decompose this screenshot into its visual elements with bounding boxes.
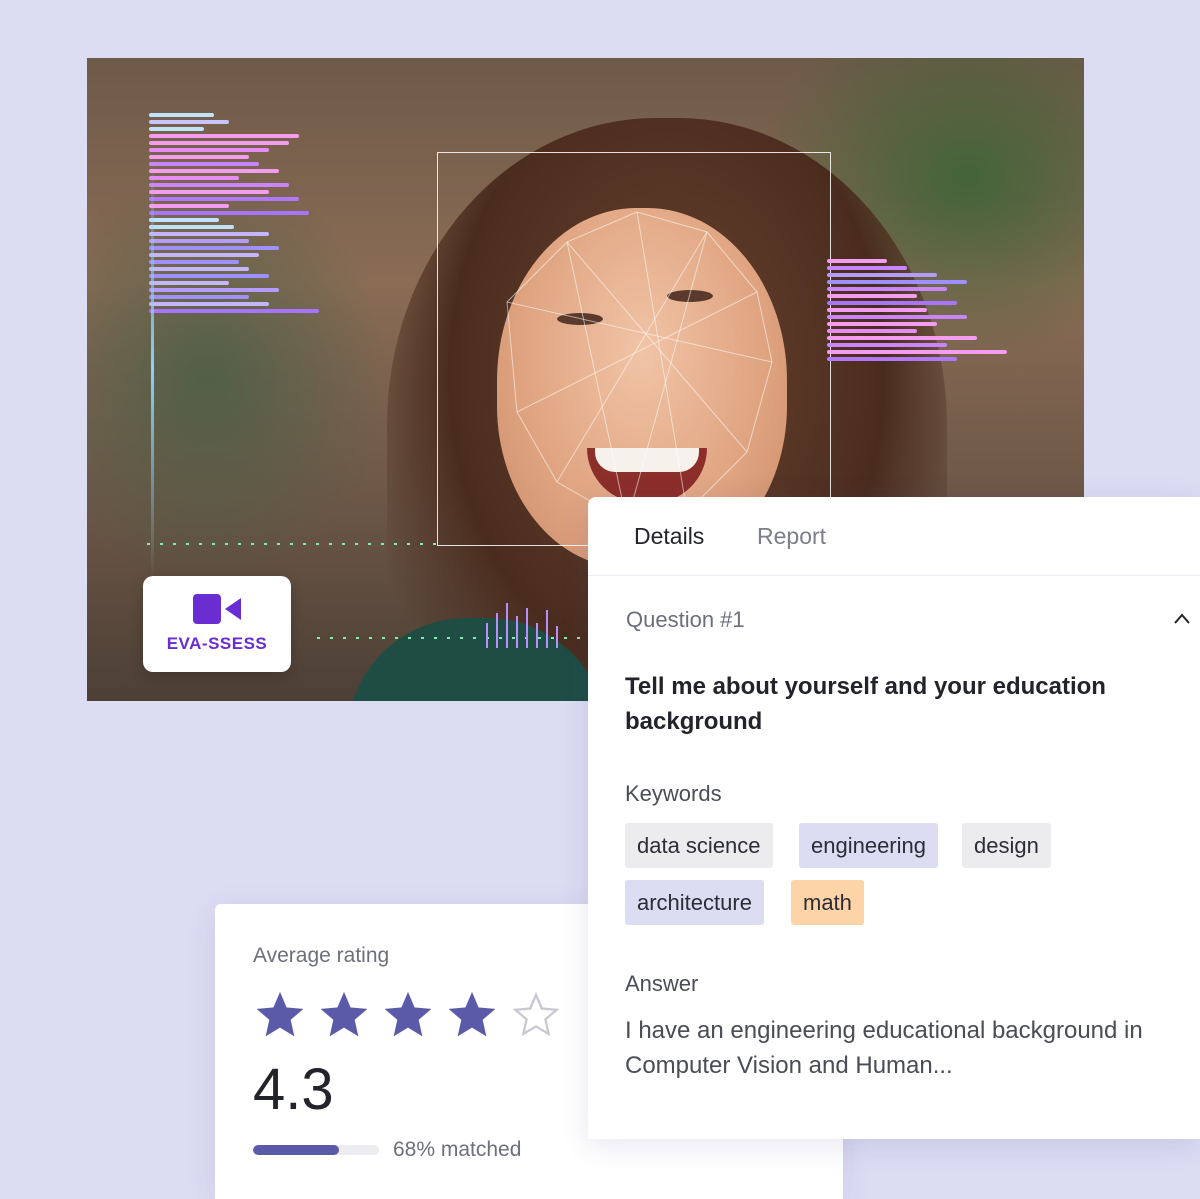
match-progress-fill bbox=[253, 1145, 339, 1155]
average-rating-label: Average rating bbox=[253, 944, 390, 967]
keyword-chip: architecture bbox=[625, 880, 764, 925]
details-panel: Details Report Question #1 Tell me about… bbox=[588, 497, 1200, 1139]
keyword-chip: engineering bbox=[799, 823, 938, 868]
tab-details[interactable]: Details bbox=[634, 523, 704, 550]
chevron-up-icon[interactable] bbox=[1174, 611, 1190, 627]
keyword-chip: design bbox=[962, 823, 1051, 868]
star-empty-icon bbox=[513, 992, 559, 1037]
star-filled-icon bbox=[449, 992, 495, 1037]
keywords-label: Keywords bbox=[625, 781, 722, 806]
keyword-chip: math bbox=[791, 880, 864, 925]
tab-report[interactable]: Report bbox=[757, 523, 826, 550]
tab-bar: Details Report bbox=[588, 497, 1200, 576]
video-camera-icon bbox=[193, 594, 241, 624]
face-mesh-overlay bbox=[506, 211, 773, 523]
star-filled-icon bbox=[257, 992, 303, 1037]
rating-score: 4.3 bbox=[253, 1057, 334, 1122]
question-number[interactable]: Question #1 bbox=[626, 607, 745, 633]
match-text: 68% matched bbox=[393, 1138, 522, 1161]
star-filled-icon bbox=[321, 992, 367, 1037]
code-overlay-left bbox=[149, 110, 329, 316]
answer-text: I have an engineering educational backgr… bbox=[625, 1017, 1143, 1079]
match-progress-bar bbox=[253, 1145, 379, 1155]
code-overlay-right bbox=[827, 256, 1047, 364]
question-text: Tell me about yourself and your educatio… bbox=[625, 673, 1106, 735]
brand-logo-card: EVA-SSESS bbox=[143, 576, 291, 672]
star-rating bbox=[257, 992, 559, 1038]
keyword-chip: data science bbox=[625, 823, 773, 868]
star-filled-icon bbox=[385, 992, 431, 1037]
answer-label: Answer bbox=[625, 971, 699, 996]
brand-logo-text: EVA-SSESS bbox=[166, 634, 268, 653]
